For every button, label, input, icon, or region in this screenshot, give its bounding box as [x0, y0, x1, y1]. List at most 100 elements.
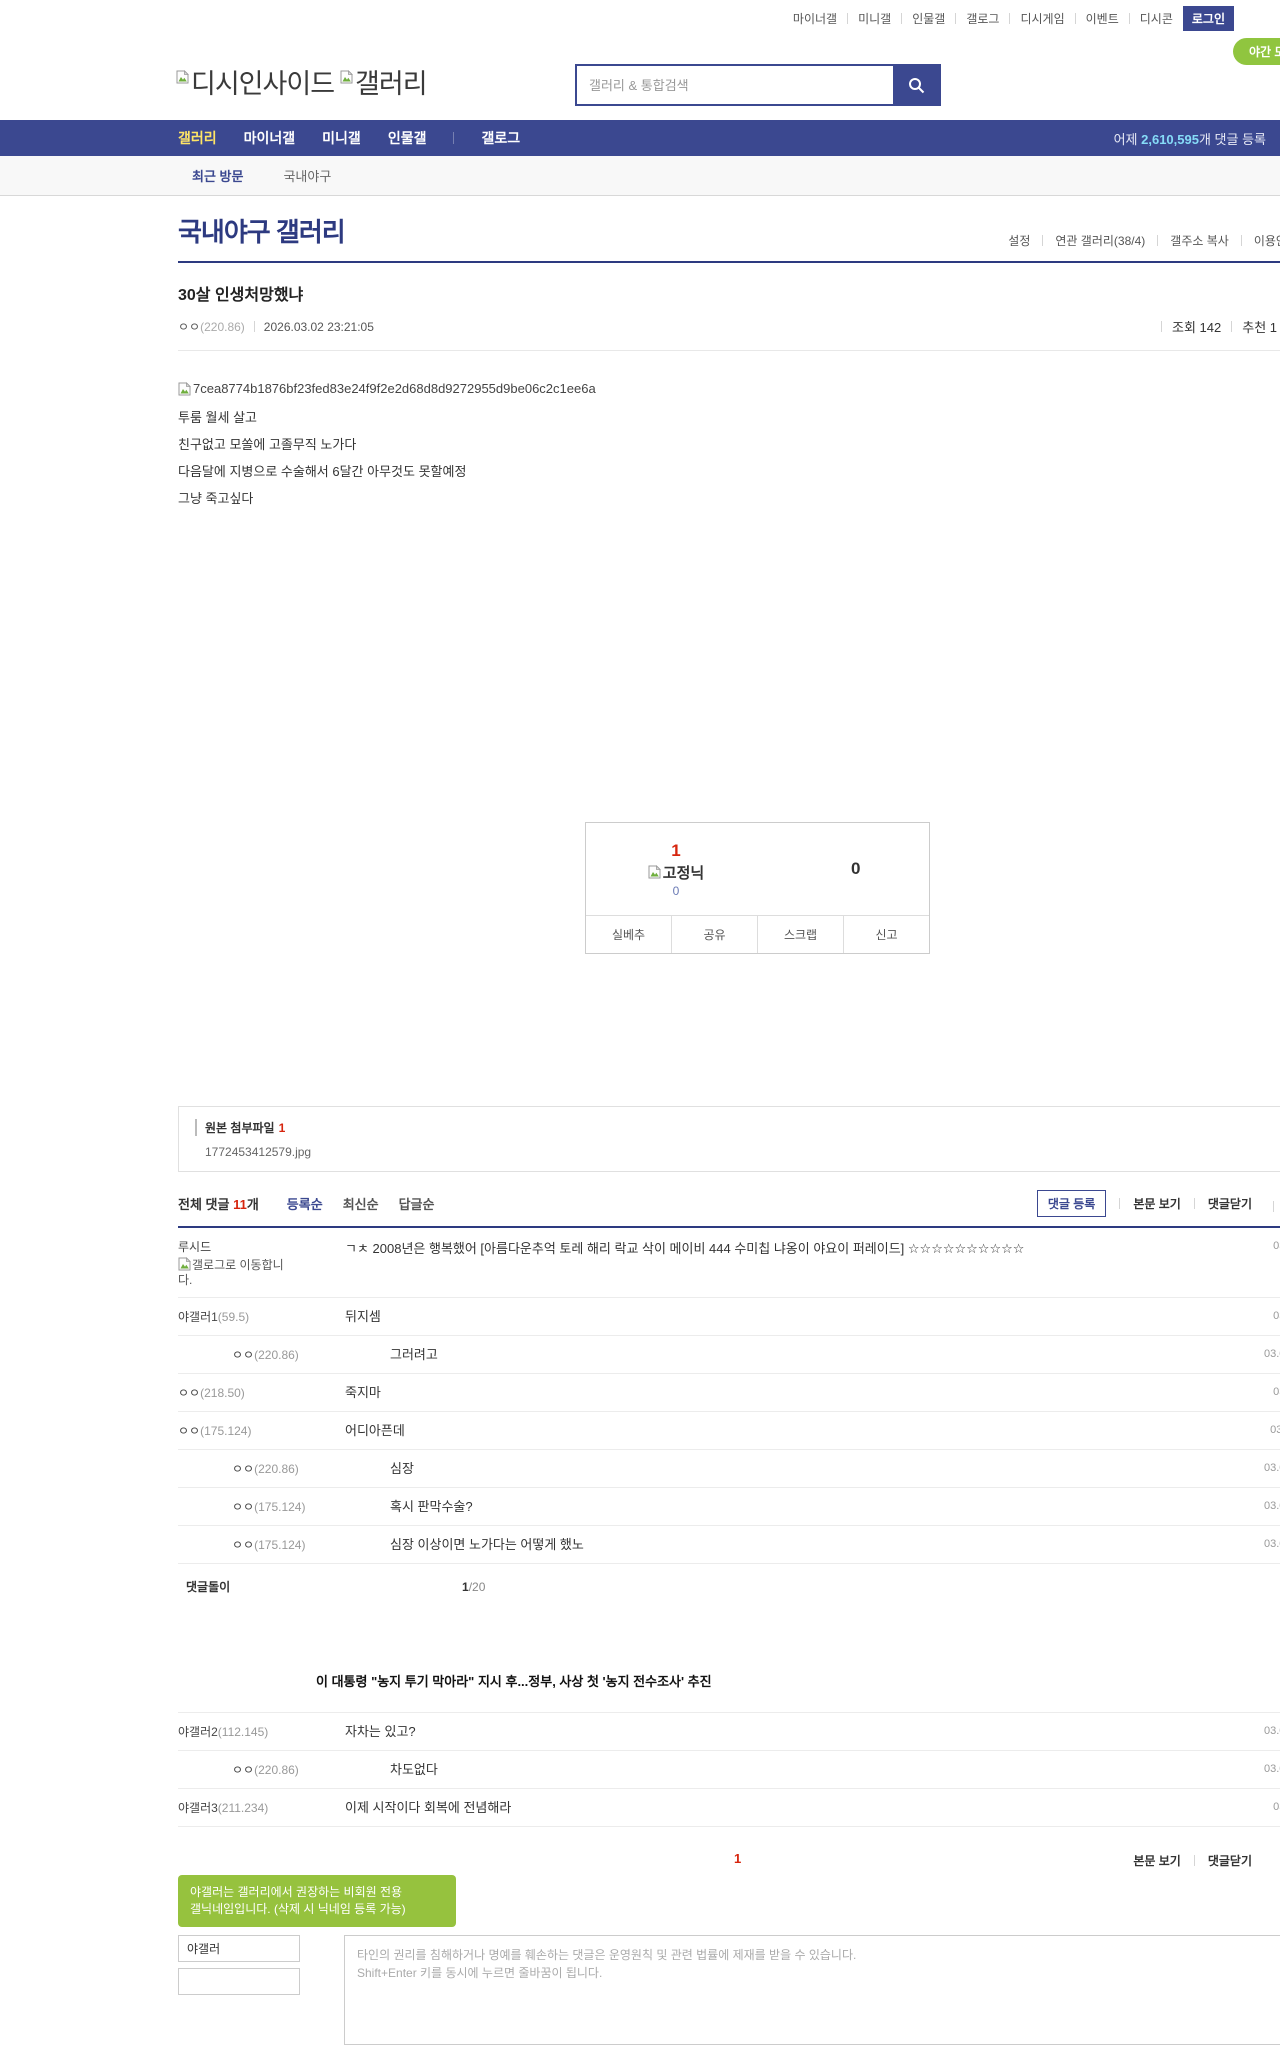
comment-date: 03.02 23:: [1270, 1424, 1280, 1436]
comment-pager-label: 댓글돌이: [186, 1580, 231, 1594]
main-navbar: 갤러리 마이너갤 미니갤 인물갤 갤로그 어제 2,610,595개 댓글 등록: [0, 120, 1280, 156]
report-button[interactable]: 신고: [843, 916, 929, 953]
related-galleries-link[interactable]: 연관 갤러리(38/4): [1055, 232, 1145, 249]
comment-page-indicator[interactable]: 1/20: [462, 1580, 485, 1594]
broken-image-icon: [340, 70, 353, 83]
gallery-settings-link[interactable]: 설정: [1008, 232, 1030, 249]
view-count: 조회 142: [1172, 320, 1222, 335]
recent-visit-label[interactable]: 최근 방문: [192, 166, 243, 185]
comment-reply-row: ㅇㅇ(175.124) 혹시 판막수술? 03.02 23:2: [178, 1488, 1280, 1526]
comment-date: 03.02 23: [1273, 1310, 1280, 1322]
search-input[interactable]: [577, 66, 893, 104]
downvote-button[interactable]: 0: [766, 823, 929, 915]
post-text-line: 다음달에 지병으로 수술해서 6달간 아무것도 못할예정: [178, 464, 467, 479]
commenter-nickname[interactable]: 야갤러1(59.5): [178, 1308, 308, 1325]
broken-image-icon: [176, 70, 189, 83]
topbar-link-mini-gallery[interactable]: 미니갤: [858, 10, 891, 27]
upvote-count: 1: [671, 840, 681, 860]
commenter-nickname[interactable]: ㅇㅇ(220.86): [232, 1460, 362, 1477]
vote-box: 1 고정닉 0 0 실베추 공유 스크랩 신고: [585, 822, 930, 954]
comment-text: 이제 시작이다 회복에 전념해라: [345, 1800, 512, 1815]
comment-date: 03.02 23: [1273, 1240, 1280, 1252]
comment-text: 뒤지셈: [345, 1309, 381, 1324]
post-broken-image[interactable]: 7cea8774b1876bf23fed83e24f9f2e2d68d8d927…: [178, 381, 1280, 396]
nav-item-minor-gallery[interactable]: 마이너갤: [244, 128, 296, 148]
comment-password-input[interactable]: [178, 1968, 300, 1995]
gallery-links: 설정 연관 갤러리(38/4) 갤주소 복사 이용안내: [1008, 232, 1280, 249]
commenter-nickname[interactable]: ㅇㅇ(220.86): [232, 1761, 362, 1778]
copy-gallery-url-link[interactable]: 갤주소 복사: [1170, 232, 1229, 249]
view-post-link[interactable]: 본문 보기: [1133, 1852, 1181, 1869]
commenter-nickname[interactable]: ㅇㅇ(175.124): [232, 1498, 362, 1515]
topbar-link-person-gallery[interactable]: 인물갤: [912, 10, 945, 27]
divider: [1074, 12, 1076, 24]
close-comments-link[interactable]: 댓글닫기: [1208, 1195, 1252, 1212]
silbechu-button[interactable]: 실베추: [586, 916, 671, 953]
sort-registered[interactable]: 등록순: [287, 1194, 323, 1213]
bottom-pager: 1 본문 보기 댓글닫기: [178, 1851, 1280, 1871]
divider: [1240, 235, 1242, 246]
view-post-link[interactable]: 본문 보기: [1133, 1195, 1181, 1212]
share-button[interactable]: 공유: [671, 916, 757, 953]
gallog-broken-image[interactable]: 갤로그로 이동합니다.: [178, 1257, 290, 1288]
usage-guide-link[interactable]: 이용안내: [1254, 232, 1280, 249]
bottom-page-number[interactable]: 1: [734, 1851, 741, 1866]
tooltip-line: 갤닉네임입니다. (삭제 시 닉네임 등록 가능): [190, 1902, 406, 1916]
sort-replies[interactable]: 답글순: [399, 1194, 435, 1213]
comment-date: 03.02 23:2: [1264, 1462, 1280, 1474]
comment-reply-row: ㅇㅇ(220.86) 차도없다 03.02 23:2: [178, 1751, 1280, 1789]
login-button[interactable]: 로그인: [1182, 5, 1234, 31]
commenter-nickname[interactable]: 루시드 갤로그로 이동합니다.: [178, 1238, 308, 1288]
topbar-link-dcgame[interactable]: 디시게임: [1020, 10, 1064, 27]
topbar-link-gallog[interactable]: 갤로그: [966, 10, 999, 27]
inline-news-block: 이 대통령 "농지 투기 막아라" 지시 후...정부, 사상 첫 '농지 전수…: [178, 1671, 1280, 1690]
post-body: 7cea8774b1876bf23fed83e24f9f2e2d68d8d927…: [178, 351, 1280, 822]
topbar-link-dccon[interactable]: 디시콘: [1140, 10, 1173, 27]
commenter-nickname[interactable]: ㅇㅇ(218.50): [178, 1384, 308, 1401]
comment-list: 루시드 갤로그로 이동합니다. ㄱㅊ 2008년은 행복했어 [아름다운추억 토…: [178, 1228, 1280, 1564]
nav-item-person-gallery[interactable]: 인물갤: [388, 128, 427, 148]
breadcrumb-current-gallery[interactable]: 국내야구: [283, 166, 331, 185]
comment-textarea[interactable]: 타인의 권리를 침해하거나 명예를 훼손하는 댓글은 운영원칙 및 관련 법률에…: [344, 1935, 1280, 2045]
post-text-line: 친구없고 모쏠에 고졸무직 노가다: [178, 437, 357, 452]
comments-header: 전체 댓글 11개 등록순 최신순 답글순 댓글 등록 본문 보기 댓글닫기: [178, 1190, 1280, 1228]
commenter-nickname[interactable]: ㅇㅇ(175.124): [232, 1536, 362, 1553]
post-stats: 조회 142 추천 1: [1151, 317, 1280, 336]
comment-text: 심장: [390, 1461, 414, 1476]
comment-register-button[interactable]: 댓글 등록: [1036, 1190, 1107, 1217]
commenter-nickname[interactable]: ㅇㅇ(220.86): [232, 1346, 362, 1363]
nav-item-gallog[interactable]: 갤로그: [481, 128, 520, 148]
divider: [955, 12, 957, 24]
post-meta: ㅇㅇ (220.86) 2026.03.02 23:21:05 조회 142 추…: [178, 317, 1280, 336]
commenter-nickname[interactable]: 야갤러3(211.234): [178, 1799, 308, 1816]
nav-item-mini-gallery[interactable]: 미니갤: [322, 128, 361, 148]
search-button[interactable]: [893, 66, 939, 104]
post-text-line: 그냥 죽고싶다: [178, 491, 254, 506]
post-author[interactable]: ㅇㅇ: [178, 318, 200, 335]
commenter-nickname[interactable]: 야갤러2(112.145): [178, 1723, 308, 1740]
nickname-tooltip: 야갤러는 갤러리에서 권장하는 비회원 전용 갤닉네임입니다. (삭제 시 닉네…: [178, 1875, 456, 1927]
comment-credentials: [178, 1935, 300, 2045]
comment-text: 혹시 판막수술?: [390, 1499, 473, 1514]
attachment-filename[interactable]: 1772453412579.jpg: [195, 1145, 1280, 1159]
close-comments-link[interactable]: 댓글닫기: [1208, 1852, 1252, 1869]
top-utility-bar: 마이너갤 미니갤 인물갤 갤로그 디시게임 이벤트 디시콘 로그인: [0, 0, 1280, 36]
sort-newest[interactable]: 최신순: [343, 1194, 379, 1213]
nav-item-gallery[interactable]: 갤러리: [178, 128, 217, 148]
comment-reply-row: ㅇㅇ(175.124) 심장 이상이면 노가다는 어떻게 했노 03.02 23…: [178, 1526, 1280, 1564]
comment-header-actions: 댓글 등록 본문 보기 댓글닫기: [1036, 1190, 1280, 1217]
topbar-link-minor-gallery[interactable]: 마이너갤: [793, 10, 837, 27]
topbar-link-event[interactable]: 이벤트: [1086, 10, 1119, 27]
upvote-button[interactable]: 1 고정닉 0: [586, 823, 766, 915]
comment-nickname-input[interactable]: [178, 1935, 300, 1962]
divider: [1042, 235, 1044, 246]
comment-row: 야갤러3(211.234) 이제 시작이다 회복에 전념해라 03.02 23: [178, 1789, 1280, 1827]
divider: [1161, 321, 1162, 332]
post-author-ip: (220.86): [200, 319, 245, 334]
comment-total-count: 11: [233, 1197, 247, 1212]
scrap-button[interactable]: 스크랩: [757, 916, 843, 953]
news-headline-link[interactable]: 이 대통령 "농지 투기 막아라" 지시 후...정부, 사상 첫 '농지 전수…: [316, 1671, 1280, 1690]
site-logo[interactable]: 디시인사이드 갤러리: [176, 62, 428, 101]
comment-date: 03.02 23:2: [1264, 1500, 1280, 1512]
commenter-nickname[interactable]: ㅇㅇ(175.124): [178, 1422, 308, 1439]
